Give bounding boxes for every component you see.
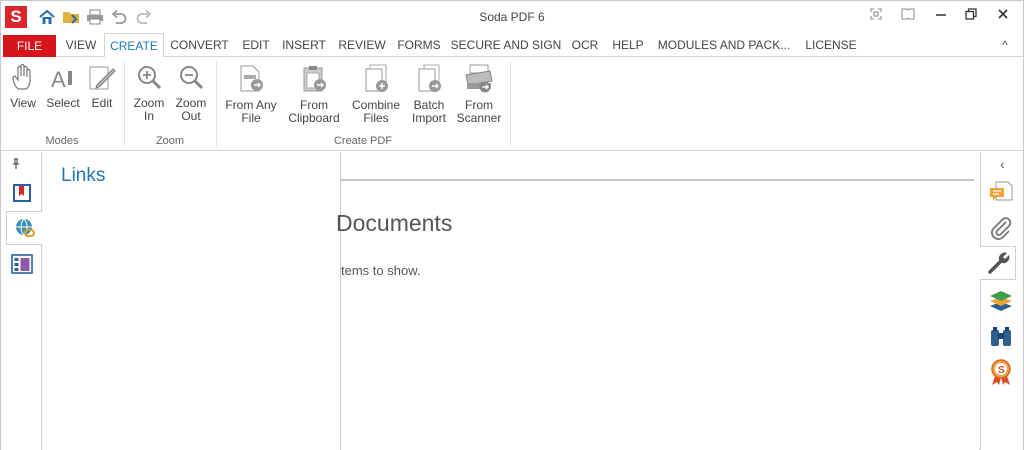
minimize-icon[interactable]: [930, 6, 952, 26]
from-clipboard-label-2: Clipboard: [288, 111, 340, 125]
tab-secure-and-sign[interactable]: SECURE AND SIGN: [450, 33, 562, 57]
documents-heading: Documents: [336, 210, 453, 236]
tab-create[interactable]: CREATE: [104, 33, 164, 58]
zoom-in-label-1: Zoom: [133, 96, 165, 110]
batch-import-label-1: Batch: [413, 98, 445, 112]
ribbon: View A Select Edit Modes Zoom In Zoom Ou…: [1, 57, 1023, 151]
bookmarks-icon[interactable]: [11, 182, 35, 206]
thumbnails-icon[interactable]: [11, 253, 35, 277]
layers-icon[interactable]: [988, 288, 1014, 314]
svg-text:S: S: [998, 365, 1005, 376]
clipboard-icon: [303, 66, 326, 92]
select-mode-button[interactable]: A Select: [45, 63, 81, 110]
select-label: Select: [46, 96, 80, 110]
pin-icon[interactable]: [11, 158, 21, 170]
batch-import-label-2: Import: [411, 111, 446, 125]
links-icon[interactable]: [6, 211, 42, 245]
zoom-in-button[interactable]: Zoom In: [129, 63, 169, 123]
select-text-icon: A: [51, 67, 72, 92]
panel-title: Links: [61, 165, 106, 186]
combine-files-button[interactable]: Combine Files: [349, 63, 403, 125]
comments-icon[interactable]: [988, 180, 1014, 206]
tab-review[interactable]: REVIEW: [335, 33, 389, 57]
from-scanner-label-1: From: [465, 98, 493, 112]
properties-icon[interactable]: [980, 246, 1016, 280]
tab-ocr[interactable]: OCR: [567, 33, 603, 57]
from-clipboard-button[interactable]: From Clipboard: [285, 63, 343, 125]
from-any-file-label-1: From Any: [225, 98, 277, 112]
combine-files-label-1: Combine: [351, 98, 401, 112]
ribbon-separator: [510, 61, 511, 147]
document-area: Documents tems to show.: [336, 152, 979, 450]
tab-insert[interactable]: INSERT: [279, 33, 329, 57]
close-icon[interactable]: [992, 6, 1014, 26]
tab-modules-and-packages[interactable]: MODULES AND PACK...: [655, 33, 793, 57]
from-scanner-button[interactable]: From Scanner: [455, 63, 503, 125]
collapse-right-panel-icon[interactable]: ‹: [1000, 156, 1005, 172]
view-label: View: [10, 96, 36, 110]
batch-import-button[interactable]: Batch Import: [407, 63, 451, 125]
group-label-zoom: Zoom: [155, 135, 185, 147]
left-sidebar: [1, 152, 42, 450]
svg-text:A: A: [51, 67, 66, 92]
hand-icon: [12, 63, 31, 90]
from-clipboard-label-1: From: [300, 98, 328, 112]
certificate-icon[interactable]: S: [988, 358, 1014, 385]
from-any-file-label-2: File: [241, 111, 261, 125]
attachments-icon[interactable]: [988, 216, 1014, 242]
tab-edit[interactable]: EDIT: [237, 33, 275, 57]
from-scanner-label-2: Scanner: [456, 111, 502, 125]
title-bar: S Soda PDF 6: [1, 1, 1023, 33]
view-mode-button[interactable]: View: [5, 63, 41, 110]
combine-files-label-2: Files: [363, 111, 389, 125]
zoom-out-label-2: Out: [181, 109, 201, 123]
tab-forms[interactable]: FORMS: [393, 33, 445, 57]
app-window: S Soda PDF 6 FILE VIEW CREATE CONVERT ED…: [0, 0, 1024, 450]
zoom-in-icon: [138, 66, 162, 90]
from-any-file-button[interactable]: From Any File: [223, 63, 279, 125]
zoom-out-label-1: Zoom: [175, 96, 207, 110]
collapse-ribbon-icon[interactable]: ^: [995, 33, 1015, 57]
menu-tabs: FILE VIEW CREATE CONVERT EDIT INSERT REV…: [1, 33, 1023, 58]
zoom-in-label-2: In: [143, 109, 154, 123]
zoom-out-icon: [180, 66, 204, 90]
tab-license[interactable]: LICENSE: [801, 33, 861, 57]
tab-file[interactable]: FILE: [3, 35, 56, 57]
group-label-create-pdf: Create PDF: [333, 135, 393, 147]
empty-message: tems to show.: [341, 263, 421, 278]
edit-mode-button[interactable]: Edit: [85, 63, 119, 110]
zoom-out-button[interactable]: Zoom Out: [171, 63, 211, 123]
links-panel: Links: [42, 152, 341, 450]
edit-icon: [89, 66, 116, 90]
document-divider: [341, 179, 974, 181]
scanner-icon: [465, 64, 493, 93]
combine-icon: [365, 64, 388, 92]
reading-mode-icon[interactable]: [897, 6, 919, 26]
batch-icon: [418, 64, 441, 92]
tab-view[interactable]: VIEW: [59, 33, 103, 57]
from-file-icon: [240, 65, 263, 92]
right-sidebar: ‹ S: [980, 152, 1023, 450]
fullscreen-icon[interactable]: [865, 6, 887, 26]
group-label-modes: Modes: [45, 135, 79, 147]
edit-label: Edit: [91, 96, 113, 110]
tab-convert[interactable]: CONVERT: [166, 33, 233, 57]
search-icon[interactable]: [988, 324, 1014, 350]
restore-icon[interactable]: [960, 6, 982, 26]
tab-help[interactable]: HELP: [608, 33, 648, 57]
